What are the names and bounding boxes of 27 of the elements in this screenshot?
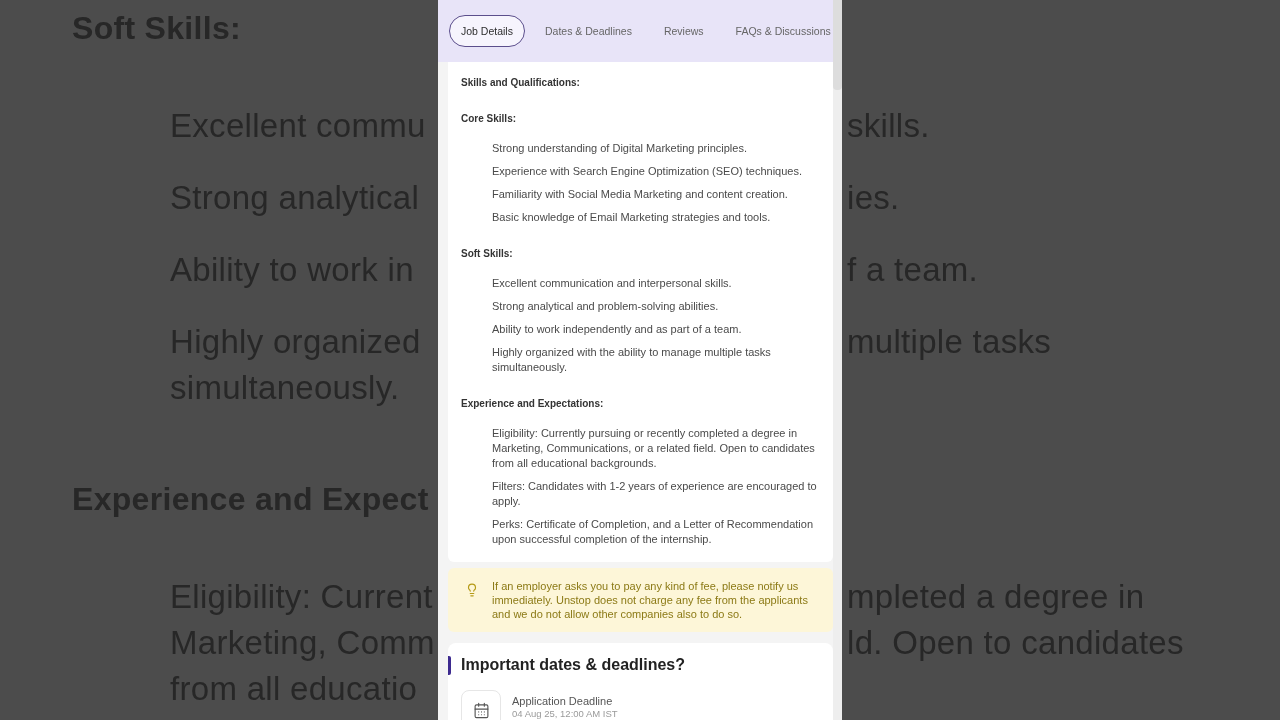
group-heading: Core Skills: bbox=[461, 112, 518, 126]
accent-bar bbox=[448, 655, 451, 675]
list-item: Ability to work independently and as part of a team. bbox=[492, 322, 743, 337]
list-item: Strong analytical and problem-solving abilities. bbox=[492, 299, 720, 314]
tab[interactable]: Reviews bbox=[651, 15, 716, 47]
list-item: Strong understanding of Digital Marketing principles. bbox=[492, 141, 748, 156]
list-item: Basic knowledge of Email Marketing strategies and tools. bbox=[492, 210, 772, 225]
list-item: Highly organized with the ability to manage multiple tasks simultaneously. bbox=[492, 345, 772, 375]
tab[interactable]: FAQs & Discussions bbox=[723, 15, 842, 47]
list-item: Experience with Search Engine Optimization (SEO) techniques. bbox=[492, 164, 803, 179]
scrollbar-thumb[interactable] bbox=[833, 0, 842, 90]
date-label: Application Deadline bbox=[512, 695, 614, 708]
list-item: Perks: Certificate of Completion, and a Letter of Recommendation upon successful completion of the internship. bbox=[492, 517, 814, 547]
lightbulb-icon bbox=[465, 582, 479, 598]
list-item: Filters: Candidates with 1-2 years of experience are encouraged to apply. bbox=[492, 479, 818, 509]
notice-text: If an employer asks you to pay any kind of fee, please notify us immediately. Unstop does not charge any fee from the applicants and we do not allow other companies also to do so. bbox=[492, 579, 809, 621]
tab[interactable]: Job Details bbox=[449, 15, 525, 47]
calendar-icon bbox=[461, 690, 501, 720]
dates-title: Important dates & deadlines? bbox=[461, 655, 686, 675]
list-item: Eligibility: Currently pursuing or recently completed a degree in Marketing, Communications, or a related field. Open to candidates from all educational backgrounds. bbox=[492, 426, 816, 471]
section-heading: Skills and Qualifications: bbox=[461, 76, 581, 90]
group-heading: Soft Skills: bbox=[461, 247, 514, 261]
group-heading: Experience and Expectations: bbox=[461, 397, 605, 411]
date-value: 04 Aug 25, 12:00 AM IST bbox=[512, 708, 618, 719]
list-item: Excellent communication and interpersonal skills. bbox=[492, 276, 733, 291]
list-item: Familiarity with Social Media Marketing and content creation. bbox=[492, 187, 789, 202]
tab[interactable]: Dates & Deadlines bbox=[532, 15, 644, 47]
